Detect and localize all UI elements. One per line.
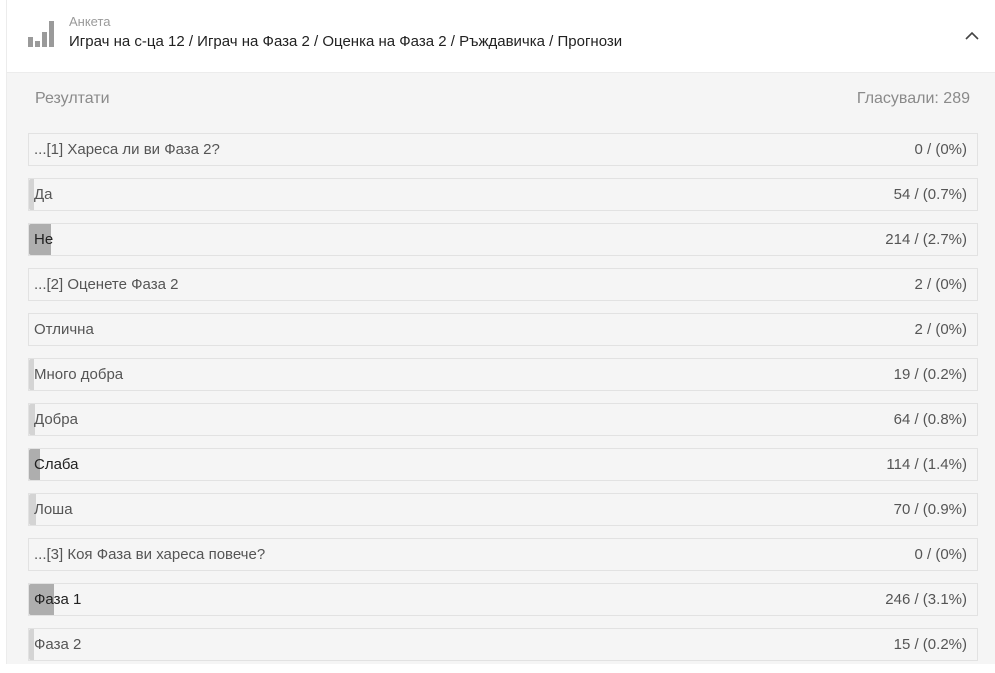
result-row[interactable]: Фаза 2 15 / (0.2%): [28, 628, 978, 661]
votes-count: Гласували: 289: [856, 90, 970, 107]
result-count: 19 / (0.2%): [893, 366, 967, 383]
result-count: 214 / (2.7%): [885, 231, 967, 248]
result-count: 0 / (0%): [914, 546, 967, 563]
result-count: 0 / (0%): [914, 141, 967, 158]
result-count: 246 / (3.1%): [885, 591, 967, 608]
result-count: 54 / (0.7%): [893, 186, 967, 203]
result-row[interactable]: ...[3] Коя Фаза ви хареса повече? 0 / (0%…: [28, 538, 978, 571]
bar-chart-icon: [28, 21, 54, 47]
result-label: Да: [34, 186, 53, 203]
result-label: ...[1] Хареса ли ви Фаза 2?: [34, 141, 220, 158]
result-row[interactable]: Лоша 70 / (0.9%): [28, 493, 978, 526]
poll-panel: Анкета Играч на с-ца 12 / Играч на Фаза …: [6, 0, 995, 664]
result-row[interactable]: Добра 64 / (0.8%): [28, 403, 978, 436]
result-row[interactable]: Отлична 2 / (0%): [28, 313, 978, 346]
result-count: 2 / (0%): [914, 321, 967, 338]
result-count: 114 / (1.4%): [886, 456, 967, 473]
poll-header[interactable]: Анкета Играч на с-ца 12 / Играч на Фаза …: [7, 0, 995, 73]
result-label: Отлична: [34, 321, 94, 338]
result-count: 15 / (0.2%): [893, 636, 967, 653]
poll-type-label: Анкета: [69, 14, 111, 29]
result-row[interactable]: Слаба 114 / (1.4%): [28, 448, 978, 481]
result-row[interactable]: Не 214 / (2.7%): [28, 223, 978, 256]
result-row[interactable]: ...[1] Хареса ли ви Фаза 2? 0 / (0%): [28, 133, 978, 166]
result-label: Фаза 1: [34, 591, 82, 608]
result-label: Добра: [34, 411, 78, 428]
collapse-button[interactable]: [961, 24, 983, 46]
result-label: Лоша: [34, 501, 73, 518]
result-count: 64 / (0.8%): [893, 411, 967, 428]
result-row[interactable]: Фаза 1 246 / (3.1%): [28, 583, 978, 616]
result-label: Слаба: [34, 456, 79, 473]
result-row[interactable]: ...[2] Оценете Фаза 2 2 / (0%): [28, 268, 978, 301]
result-label: ...[2] Оценете Фаза 2: [34, 276, 179, 293]
result-label: Много добра: [34, 366, 124, 383]
result-row[interactable]: Много добра 19 / (0.2%): [28, 358, 978, 391]
results-heading: Резултати: [35, 90, 110, 107]
poll-title: Играч на с-ца 12 / Играч на Фаза 2 / Оце…: [69, 33, 623, 50]
result-label: Не: [34, 231, 54, 248]
chevron-up-icon: [965, 31, 979, 40]
result-count: 70 / (0.9%): [893, 501, 967, 518]
result-label: ...[3] Коя Фаза ви хареса повече?: [34, 546, 266, 563]
results-list: ...[1] Хареса ли ви Фаза 2? 0 / (0%) Да 54 …: [28, 133, 978, 673]
result-label: Фаза 2: [34, 636, 82, 653]
result-row[interactable]: Да 54 / (0.7%): [28, 178, 978, 211]
result-count: 2 / (0%): [914, 276, 967, 293]
